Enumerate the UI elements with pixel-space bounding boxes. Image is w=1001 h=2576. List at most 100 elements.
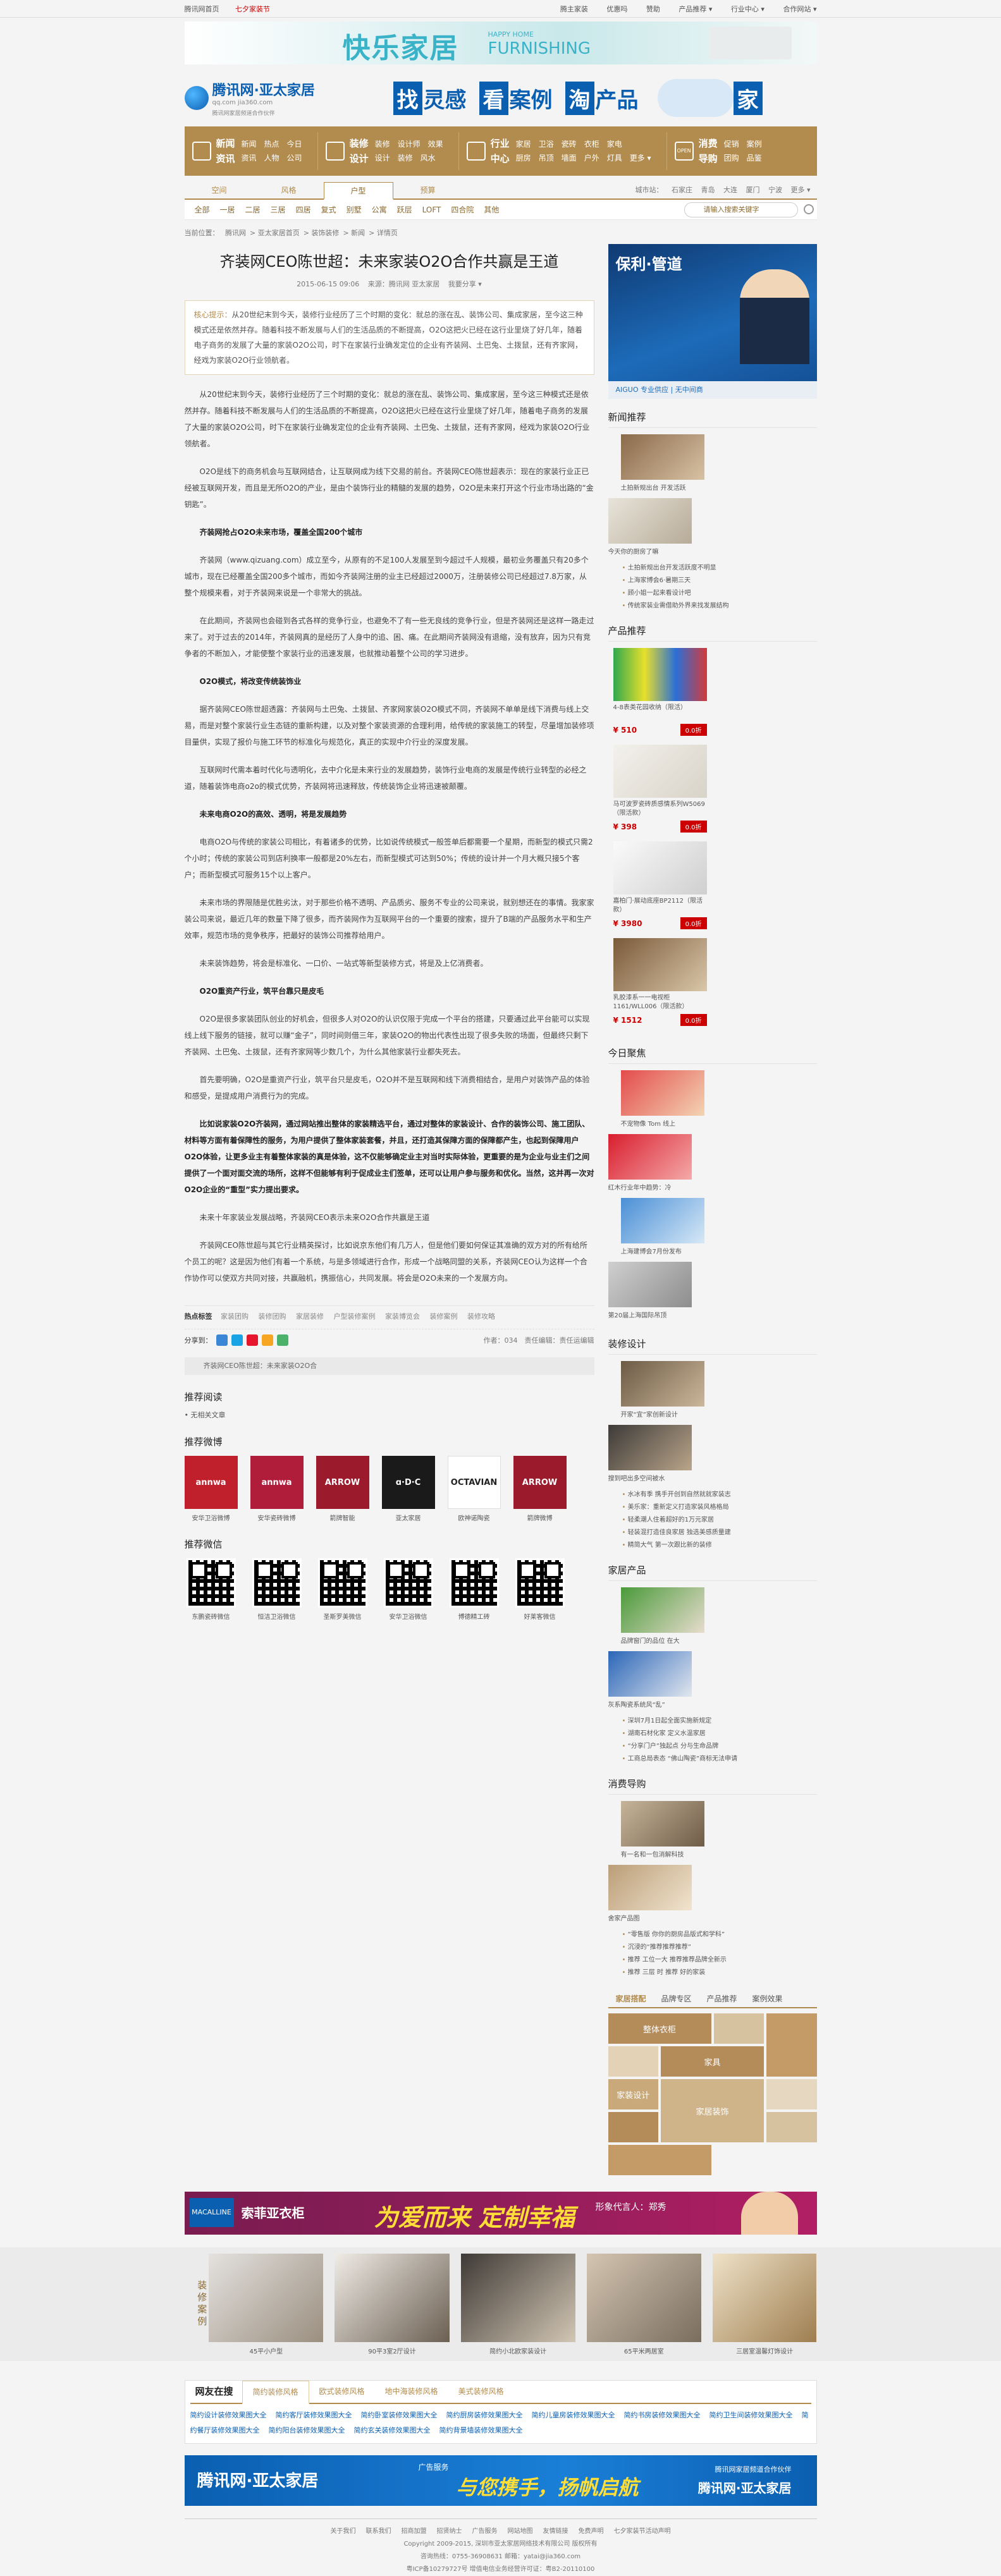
sidebar-ad[interactable]: 保利·管道 AIGUO 专业供应 | 无中间商 <box>608 244 817 399</box>
article-share-dropdown[interactable]: 我要分享 ▾ <box>448 280 482 288</box>
tag-link[interactable]: 装修案例 <box>430 1312 458 1321</box>
search-link[interactable]: 简约卫生间装修效果图大全 <box>709 2411 793 2419</box>
nav-link[interactable]: 资讯 <box>242 154 257 162</box>
search-link[interactable]: 简约厨房装修效果图大全 <box>446 2411 523 2419</box>
nav-link[interactable]: 热点 <box>264 140 279 149</box>
filter-item[interactable]: 一居 <box>220 204 235 215</box>
pengyou-icon[interactable] <box>261 1334 273 1346</box>
news-thumb[interactable]: 土拍新规出台 开发活跃 <box>620 434 704 492</box>
weixin-item[interactable]: 恒洁卫浴微信 <box>250 1558 304 1621</box>
nav-link[interactable]: 设计 <box>375 154 390 162</box>
mosaic-tile[interactable] <box>766 2013 817 2077</box>
mosaic-tile[interactable] <box>766 2079 817 2109</box>
mosaic-tile[interactable] <box>713 2013 764 2044</box>
design-link[interactable]: 水冰有季 携手开创到自然就就家装志 <box>622 1489 817 1501</box>
mosaic-tile[interactable] <box>608 2046 658 2077</box>
weibo-item[interactable]: annwa 安华瓷砖微博 <box>250 1456 304 1522</box>
search-link[interactable]: 简约书房装修效果图大全 <box>624 2411 701 2419</box>
qzone-icon[interactable] <box>216 1334 228 1346</box>
weibo-item[interactable]: annwa 安华卫浴微博 <box>184 1456 238 1522</box>
home-link[interactable]: “分享门户”独起点 分与生命品牌 <box>622 1740 817 1753</box>
design-link[interactable]: 轻装混打造佳良家居 独选美感质量建 <box>622 1527 817 1539</box>
footer-link[interactable]: 免费声明 <box>579 2528 604 2535</box>
tab-style[interactable]: 风格 <box>254 182 324 198</box>
design-thumb[interactable]: 搜到吧出多空间被水 <box>608 1425 692 1482</box>
tag-link[interactable]: 户型装修案例 <box>334 1312 376 1321</box>
filter-item[interactable]: 三居 <box>271 204 286 215</box>
product-card[interactable]: 4-8表类花园收纳（限活） ¥ 510 0.0折 <box>613 648 707 736</box>
mosaic-tile[interactable] <box>608 2112 658 2142</box>
tab-products[interactable]: 产品推荐 <box>699 1991 745 2007</box>
nav-link[interactable]: 灯具 <box>607 154 622 162</box>
nav-head[interactable]: 导购 <box>699 151 718 166</box>
weixin-item[interactable]: 安华卫浴微信 <box>382 1558 435 1621</box>
breadcrumb-item[interactable]: 装饰装修 <box>311 229 339 237</box>
news-thumb[interactable]: 今天你的厨房了嘛 <box>608 498 692 556</box>
mosaic-tile[interactable] <box>766 2112 817 2142</box>
search-input[interactable]: 请输入搜索关键字 <box>684 202 814 217</box>
breadcrumb-item[interactable]: 亚太家居首页 <box>258 229 300 237</box>
product-card[interactable]: 马可波罗瓷砖质感情系列W5069（限活款） ¥ 398 0.0折 <box>613 745 707 833</box>
weixin-item[interactable]: 圣斯罗美微信 <box>316 1558 369 1621</box>
shop-link[interactable]: 推荐 工位一大 推荐推荐品牌全新示 <box>622 1954 817 1967</box>
nav-link[interactable]: 装修 <box>375 140 390 149</box>
search-link[interactable]: 简约设计装修效果图大全 <box>190 2411 267 2419</box>
case-item[interactable]: 90平3室2厅设计 <box>335 2253 450 2355</box>
product-card[interactable]: 嘉柏门·展动底座BP2112（限活款） ¥ 3980 0.0折 <box>613 841 707 929</box>
mosaic-tile[interactable]: 家居装饰 <box>661 2079 764 2142</box>
nav-link[interactable]: 墙面 <box>562 154 577 162</box>
filter-item[interactable]: LOFT <box>422 205 441 214</box>
nav-link[interactable]: 户外 <box>584 154 599 162</box>
weibo-item[interactable]: ɑ·D·C 亚太家居 <box>381 1456 435 1522</box>
city-link[interactable]: 大连 <box>723 186 737 194</box>
product-discount-button[interactable]: 0.0折 <box>680 917 707 929</box>
nav-link[interactable]: 家电 <box>607 140 622 149</box>
footer-link[interactable]: 招商加盟 <box>402 2528 427 2535</box>
nav-link[interactable]: 设计师 <box>398 140 421 149</box>
sina-weibo-icon[interactable] <box>246 1334 258 1346</box>
filter-item[interactable]: 复式 <box>321 204 336 215</box>
top-link-festival[interactable]: 七夕家装节 <box>235 5 270 13</box>
tab-budget[interactable]: 预算 <box>393 182 463 198</box>
nav-link[interactable]: 装修 <box>398 154 413 162</box>
city-link[interactable]: 厦门 <box>746 186 759 194</box>
brand-banner-ad[interactable]: MACALLINE 索菲亚衣柜 为爱而来 定制幸福 形象代言人：郑秀 <box>184 2192 817 2235</box>
nav-link[interactable]: 效果 <box>428 140 443 149</box>
filter-item[interactable]: 公寓 <box>372 204 387 215</box>
design-link[interactable]: 美乐家：重新定义打造家装风格格局 <box>622 1501 817 1514</box>
news-link[interactable]: 土拍新规出台开发活跃度不明显 <box>622 562 817 575</box>
filter-item[interactable]: 跃层 <box>397 204 412 215</box>
search-link[interactable]: 简约客厅装修效果图大全 <box>276 2411 352 2419</box>
nav-head[interactable]: 资讯 <box>216 151 235 166</box>
nav-link[interactable]: 新闻 <box>242 140 257 149</box>
footer-link[interactable]: 七夕家装节活动声明 <box>614 2528 671 2535</box>
city-link[interactable]: 宁波 <box>768 186 782 194</box>
weibo-item[interactable]: ARROW 箭牌微博 <box>513 1456 567 1522</box>
nav-link[interactable]: 促销 <box>724 140 739 149</box>
news-link[interactable]: 顾小姐一起来看设计吧 <box>622 587 817 600</box>
city-link[interactable]: 青岛 <box>701 186 715 194</box>
product-card[interactable]: 乳胶漆系一一电视柜1161/WLL006（限活款） ¥ 1512 0.0折 <box>613 938 707 1026</box>
nav-head[interactable]: 新闻 <box>216 136 235 151</box>
footer-banner-ad[interactable]: 腾讯网·亚太家居 广告服务 与您携手，扬帆启航 腾讯网家居频道合作伙伴 腾讯网·… <box>184 2455 817 2506</box>
top-link-3[interactable]: 赞助 <box>646 5 660 13</box>
mosaic-tile[interactable] <box>608 2145 711 2175</box>
nav-link[interactable]: 衣柜 <box>584 140 599 149</box>
news-link[interactable]: 上海家博会6·暑期三天 <box>622 575 817 587</box>
search-tab[interactable]: 欧式装修风格 <box>309 2381 375 2403</box>
filter-item[interactable]: 全部 <box>195 204 210 215</box>
nav-link[interactable]: 吊顶 <box>539 154 554 162</box>
nav-link[interactable]: 团购 <box>724 154 739 162</box>
focus-thumb[interactable]: 红木行业年中趋势：冷 <box>608 1134 692 1192</box>
top-banner-ad[interactable]: 快乐家居 HAPPY HOME FURNISHING <box>184 21 817 64</box>
shop-thumb[interactable]: 有一名和一包消解科技 <box>620 1801 704 1859</box>
search-link[interactable]: 简约阳台装修效果图大全 <box>269 2426 345 2434</box>
home-thumb[interactable]: 品牌窗门的品位 在大 <box>620 1587 704 1645</box>
city-link[interactable]: 石家庄 <box>672 186 692 194</box>
nav-link[interactable]: 品鉴 <box>747 154 762 162</box>
nav-head[interactable]: 中心 <box>491 151 510 166</box>
weixin-item[interactable]: 好莱客微信 <box>513 1558 567 1621</box>
city-more[interactable]: 更多 ▾ <box>790 186 810 194</box>
case-item[interactable]: 三居室温馨灯饰设计 <box>712 2253 817 2355</box>
shop-link[interactable]: 沉浸的“推荐推荐推荐” <box>622 1941 817 1954</box>
